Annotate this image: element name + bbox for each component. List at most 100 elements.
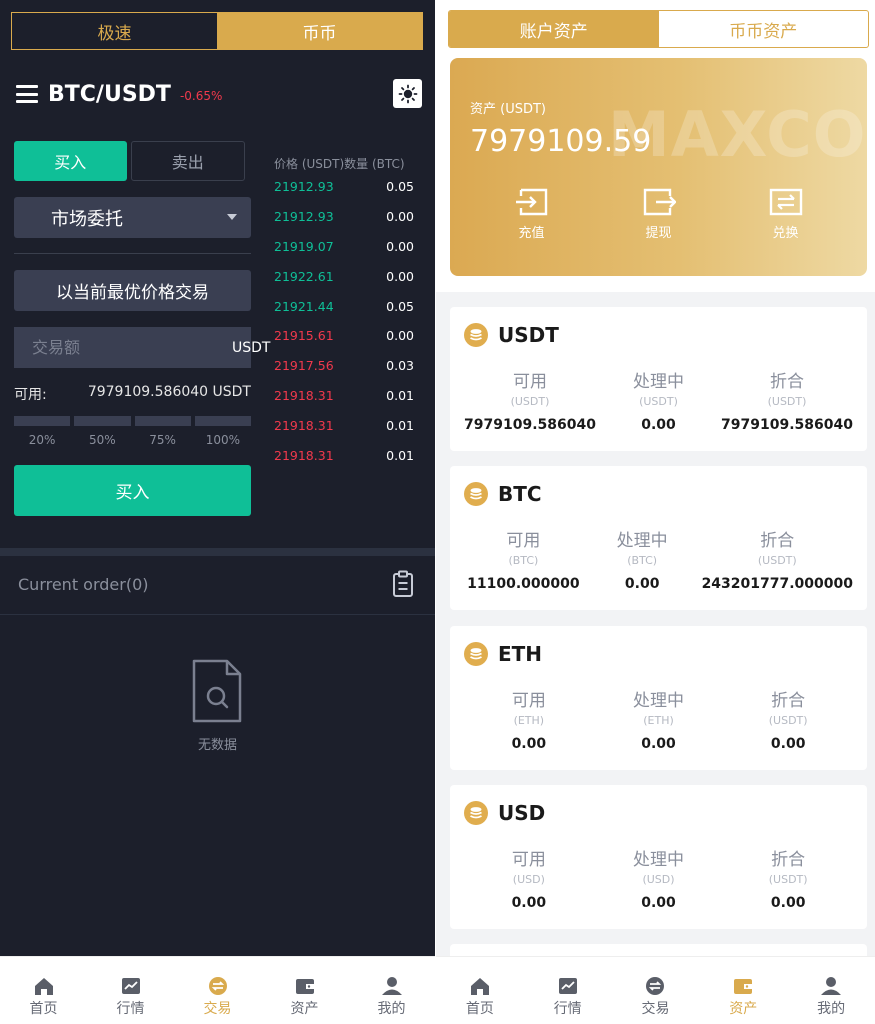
percent-option[interactable]: 20% (14, 433, 70, 447)
tab-sell[interactable]: 卖出 (130, 141, 245, 181)
nav-item-wallet[interactable]: 资产 (699, 957, 787, 1024)
order-book-row[interactable]: 21918.31 0.01 (274, 410, 414, 440)
order-book-row[interactable]: 21917.56 0.03 (274, 351, 414, 381)
nav-item-wallet[interactable]: 资产 (261, 957, 348, 1024)
column-title: 处理中 (616, 531, 668, 551)
tab-account-assets[interactable]: 账户资产 (449, 11, 659, 47)
percent-option[interactable]: 50% (74, 433, 130, 447)
order-book-row[interactable]: 21918.31 0.01 (274, 440, 414, 470)
coin-card-usdt[interactable]: USDT 可用 (USDT) 7979109.586040 处理中 (USDT) 0.00 折… (450, 307, 867, 451)
book-qty: 0.01 (386, 417, 414, 433)
asset-actions: 充值 提现 兑换 (450, 188, 867, 241)
order-book-row[interactable]: 21921.44 0.05 (274, 291, 414, 321)
coin-card-btc[interactable]: BTC 可用 (BTC) 11100.000000 处理中 (BTC) 0.00 折合 (USD… (450, 466, 867, 610)
current-order-title: Current order(0) (18, 575, 149, 594)
asset-tabs: 账户资产 币币资产 (448, 10, 869, 48)
coin-card-usd[interactable]: USD 可用 (USD) 0.00 处理中 (USD) 0.00 折合 (USDT) 0.00 (450, 785, 867, 929)
nav-item-profile[interactable]: 我的 (787, 957, 875, 1024)
nav-item-market[interactable]: 行情 (87, 957, 174, 1024)
coin-header: ETH (464, 642, 542, 666)
order-book-row[interactable]: 21918.31 0.01 (274, 381, 414, 411)
column-unit: (USDT) (767, 395, 807, 408)
exchange-button[interactable]: 兑换 (746, 188, 826, 241)
percent-bar-50[interactable] (74, 416, 131, 426)
order-type-select[interactable]: 市场委托 (14, 197, 251, 238)
nav-label: 行情 (116, 1001, 145, 1017)
percent-bar-100[interactable] (194, 416, 251, 426)
book-qty: 0.05 (386, 298, 414, 314)
asset-label: 资产 (USDT) (470, 102, 546, 117)
order-book-row[interactable]: 21912.93 0.00 (274, 202, 414, 232)
deposit-icon (515, 188, 547, 216)
coin-icon (464, 642, 488, 666)
column-title: 处理中 (633, 372, 684, 392)
column-value: 0.00 (770, 736, 806, 752)
order-book-row[interactable]: 21912.93 0.05 (274, 172, 414, 202)
menu-icon[interactable] (16, 85, 38, 103)
trade-icon (646, 977, 665, 995)
best-price-button[interactable]: 以当前最优价格交易 (14, 270, 251, 311)
amount-input[interactable] (32, 338, 232, 357)
order-history-button[interactable] (392, 570, 414, 602)
percent-bar-20[interactable] (14, 416, 71, 426)
withdraw-button[interactable]: 提现 (619, 188, 699, 241)
book-qty: 0.05 (386, 179, 414, 195)
percent-bar-75[interactable] (134, 416, 191, 426)
column-value: 0.00 (770, 895, 806, 911)
trade-screen: 极速 币币 BTC/USDT -0.65% 买入 卖出 市场委托 以当前最优价格… (0, 0, 435, 1024)
coin-column: 折合 (USDT) 7979109.586040 (721, 367, 853, 433)
nav-item-market[interactable]: 行情 (524, 957, 612, 1024)
book-price: 21918.31 (274, 417, 334, 433)
tab-buy[interactable]: 买入 (14, 141, 127, 181)
coin-card-eth[interactable]: ETH 可用 (ETH) 0.00 处理中 (ETH) 0.00 折合 (USDT) 0.00 (450, 626, 867, 770)
theme-toggle-button[interactable] (393, 79, 422, 108)
book-qty: 0.00 (386, 209, 414, 225)
withdraw-label: 提现 (645, 226, 672, 241)
percent-option[interactable]: 75% (135, 433, 191, 447)
buy-submit-button[interactable]: 买入 (14, 465, 251, 516)
column-unit: (USDT) (768, 714, 808, 727)
column-unit: (USD) (642, 873, 675, 886)
buy-sell-tabs: 买入 卖出 (14, 141, 245, 181)
order-book-row[interactable]: 21922.61 0.00 (274, 261, 414, 291)
tab-spot[interactable]: 币币 (217, 13, 422, 49)
coin-icon (464, 801, 488, 825)
tab-fast[interactable]: 极速 (12, 13, 217, 49)
coin-column: 可用 (ETH) 0.00 (464, 686, 594, 752)
percent-option[interactable]: 100% (195, 433, 251, 447)
column-unit: (USD) (512, 873, 545, 886)
order-book-row[interactable]: 21919.07 0.00 (274, 232, 414, 262)
nav-item-trade[interactable]: 交易 (174, 957, 261, 1024)
wallet-icon (734, 979, 753, 994)
coin-columns: 可用 (ETH) 0.00 处理中 (ETH) 0.00 折合 (USDT) 0.00 (464, 686, 853, 752)
column-unit: (USDT) (510, 395, 550, 408)
book-price: 21918.31 (274, 447, 334, 463)
column-value: 0.00 (641, 736, 676, 752)
nav-item-profile[interactable]: 我的 (348, 957, 435, 1024)
book-qty: 0.00 (386, 238, 414, 254)
screen: 极速 币币 BTC/USDT -0.65% 买入 卖出 市场委托 以当前最优价格… (0, 0, 875, 1024)
bottom-nav-trade: 首页 行情 交易 资产 我的 (0, 956, 435, 1024)
column-unit: (USDT) (768, 873, 808, 886)
column-value: 0.00 (511, 895, 547, 911)
book-qty-header: 数量 (BTC) (344, 157, 405, 171)
available-value: 7979109.586040 USDT (87, 384, 251, 400)
deposit-button[interactable]: 充值 (492, 188, 572, 241)
column-unit: (BTC) (508, 554, 539, 567)
amount-unit: USDT (232, 339, 271, 356)
tab-spot-assets[interactable]: 币币资产 (659, 11, 869, 47)
column-title: 可用 (511, 850, 546, 870)
available-label: 可用: (14, 387, 47, 403)
nav-item-trade[interactable]: 交易 (612, 957, 700, 1024)
pair-name[interactable]: BTC/USDT (48, 82, 171, 107)
column-value: 7979109.586040 (721, 417, 853, 433)
coin-columns: 可用 (USD) 0.00 处理中 (USD) 0.00 折合 (USDT) 0.00 (464, 845, 853, 911)
book-qty: 0.01 (386, 447, 414, 463)
column-value: 11100.000000 (467, 576, 580, 592)
asset-total: 7979109.59 (470, 124, 652, 159)
wallet-icon (295, 979, 314, 994)
nav-item-home[interactable]: 首页 (0, 957, 87, 1024)
order-book-row[interactable]: 21915.61 0.00 (274, 321, 414, 351)
nav-label: 首页 (465, 1001, 494, 1017)
nav-item-home[interactable]: 首页 (436, 957, 524, 1024)
